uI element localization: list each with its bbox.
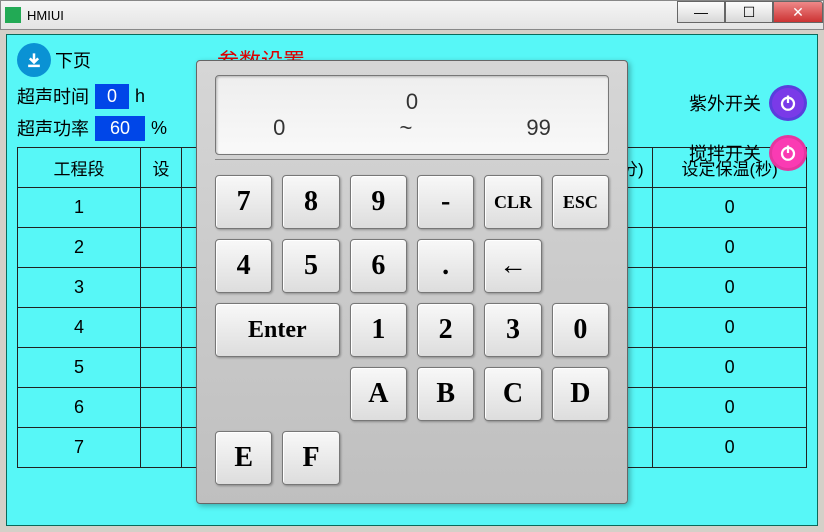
key-6[interactable]: 6	[350, 239, 407, 293]
keypad-range-sep: ~	[399, 115, 412, 141]
key-7[interactable]: 7	[215, 175, 272, 229]
key-enter[interactable]: Enter	[215, 303, 340, 357]
hold-cell[interactable]: 0	[653, 228, 807, 268]
key-3[interactable]: 3	[484, 303, 541, 357]
keypad-min: 0	[273, 115, 285, 141]
ultrasonic-time-unit: h	[135, 86, 145, 107]
key-A[interactable]: A	[350, 367, 407, 421]
stir-switch-toggle[interactable]	[769, 135, 807, 171]
key-escape[interactable]: ESC	[552, 175, 609, 229]
key-9[interactable]: 9	[350, 175, 407, 229]
key-C[interactable]: C	[484, 367, 541, 421]
key-1[interactable]: 1	[350, 303, 407, 357]
key-4[interactable]: 4	[215, 239, 272, 293]
key-8[interactable]: 8	[282, 175, 339, 229]
ultrasonic-time-label: 超声时间	[17, 83, 89, 109]
minimize-button[interactable]: —	[677, 1, 725, 23]
uv-switch-toggle[interactable]	[769, 85, 807, 121]
hold-cell[interactable]: 0	[653, 268, 807, 308]
col-header-segment: 工程段	[18, 148, 141, 188]
window-titlebar: HMIUI — ☐ ✕	[0, 0, 824, 30]
numeric-keypad: 0 0 ~ 99 7 8 9 - CLR ESC 4 5 6 . ← Enter…	[196, 60, 628, 504]
col-header-set-partial: 设	[140, 148, 181, 188]
key-B[interactable]: B	[417, 367, 474, 421]
keypad-display: 0 0 ~ 99	[215, 75, 609, 155]
next-page-button[interactable]: 下页	[17, 43, 91, 77]
next-page-label: 下页	[55, 47, 91, 73]
close-button[interactable]: ✕	[773, 1, 823, 23]
key-2[interactable]: 2	[417, 303, 474, 357]
keypad-max: 99	[526, 115, 550, 141]
download-icon	[17, 43, 51, 77]
key-5[interactable]: 5	[282, 239, 339, 293]
hold-cell[interactable]: 0	[653, 188, 807, 228]
ultrasonic-power-unit: %	[151, 118, 167, 139]
maximize-button[interactable]: ☐	[725, 1, 773, 23]
keypad-current-value: 0	[216, 89, 608, 115]
stir-switch-label: 搅拌开关	[689, 140, 761, 166]
key-dot[interactable]: .	[417, 239, 474, 293]
key-0[interactable]: 0	[552, 303, 609, 357]
ultrasonic-power-label: 超声功率	[17, 115, 89, 141]
ultrasonic-time-input[interactable]: 0	[95, 84, 129, 109]
power-icon	[779, 94, 797, 112]
key-minus[interactable]: -	[417, 175, 474, 229]
power-icon	[779, 144, 797, 162]
uv-switch-label: 紫外开关	[689, 90, 761, 116]
hold-cell[interactable]: 0	[653, 348, 807, 388]
key-F[interactable]: F	[282, 431, 339, 485]
key-D[interactable]: D	[552, 367, 609, 421]
key-clear[interactable]: CLR	[484, 175, 541, 229]
key-backspace[interactable]: ←	[484, 239, 541, 293]
hold-cell[interactable]: 0	[653, 428, 807, 468]
key-E[interactable]: E	[215, 431, 272, 485]
hold-cell[interactable]: 0	[653, 308, 807, 348]
hold-cell[interactable]: 0	[653, 388, 807, 428]
app-icon	[5, 7, 21, 23]
window-title: HMIUI	[27, 8, 64, 23]
ultrasonic-power-input[interactable]: 60	[95, 116, 145, 141]
